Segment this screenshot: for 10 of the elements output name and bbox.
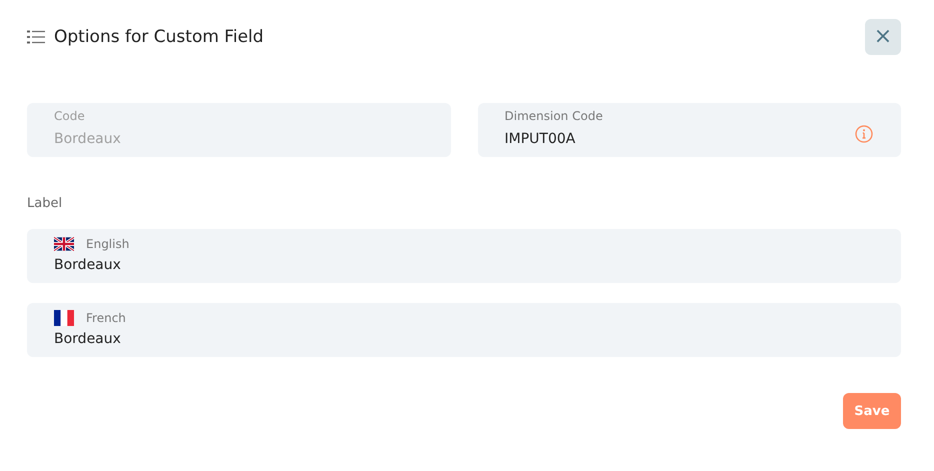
info-icon[interactable] [855, 125, 873, 143]
text-field[interactable]: Dimension Code IMPUT00A [478, 103, 901, 157]
section-label: Label [27, 196, 64, 211]
text-field[interactable]: French Bordeaux [27, 303, 901, 357]
uk-flag-icon [54, 236, 74, 250]
list-icon [27, 30, 45, 44]
dialog-title: Options for Custom Field [54, 27, 265, 47]
france-flag-icon [54, 310, 74, 326]
text-field[interactable]: English Bordeaux [27, 229, 901, 283]
close-button[interactable]: × [865, 19, 901, 55]
